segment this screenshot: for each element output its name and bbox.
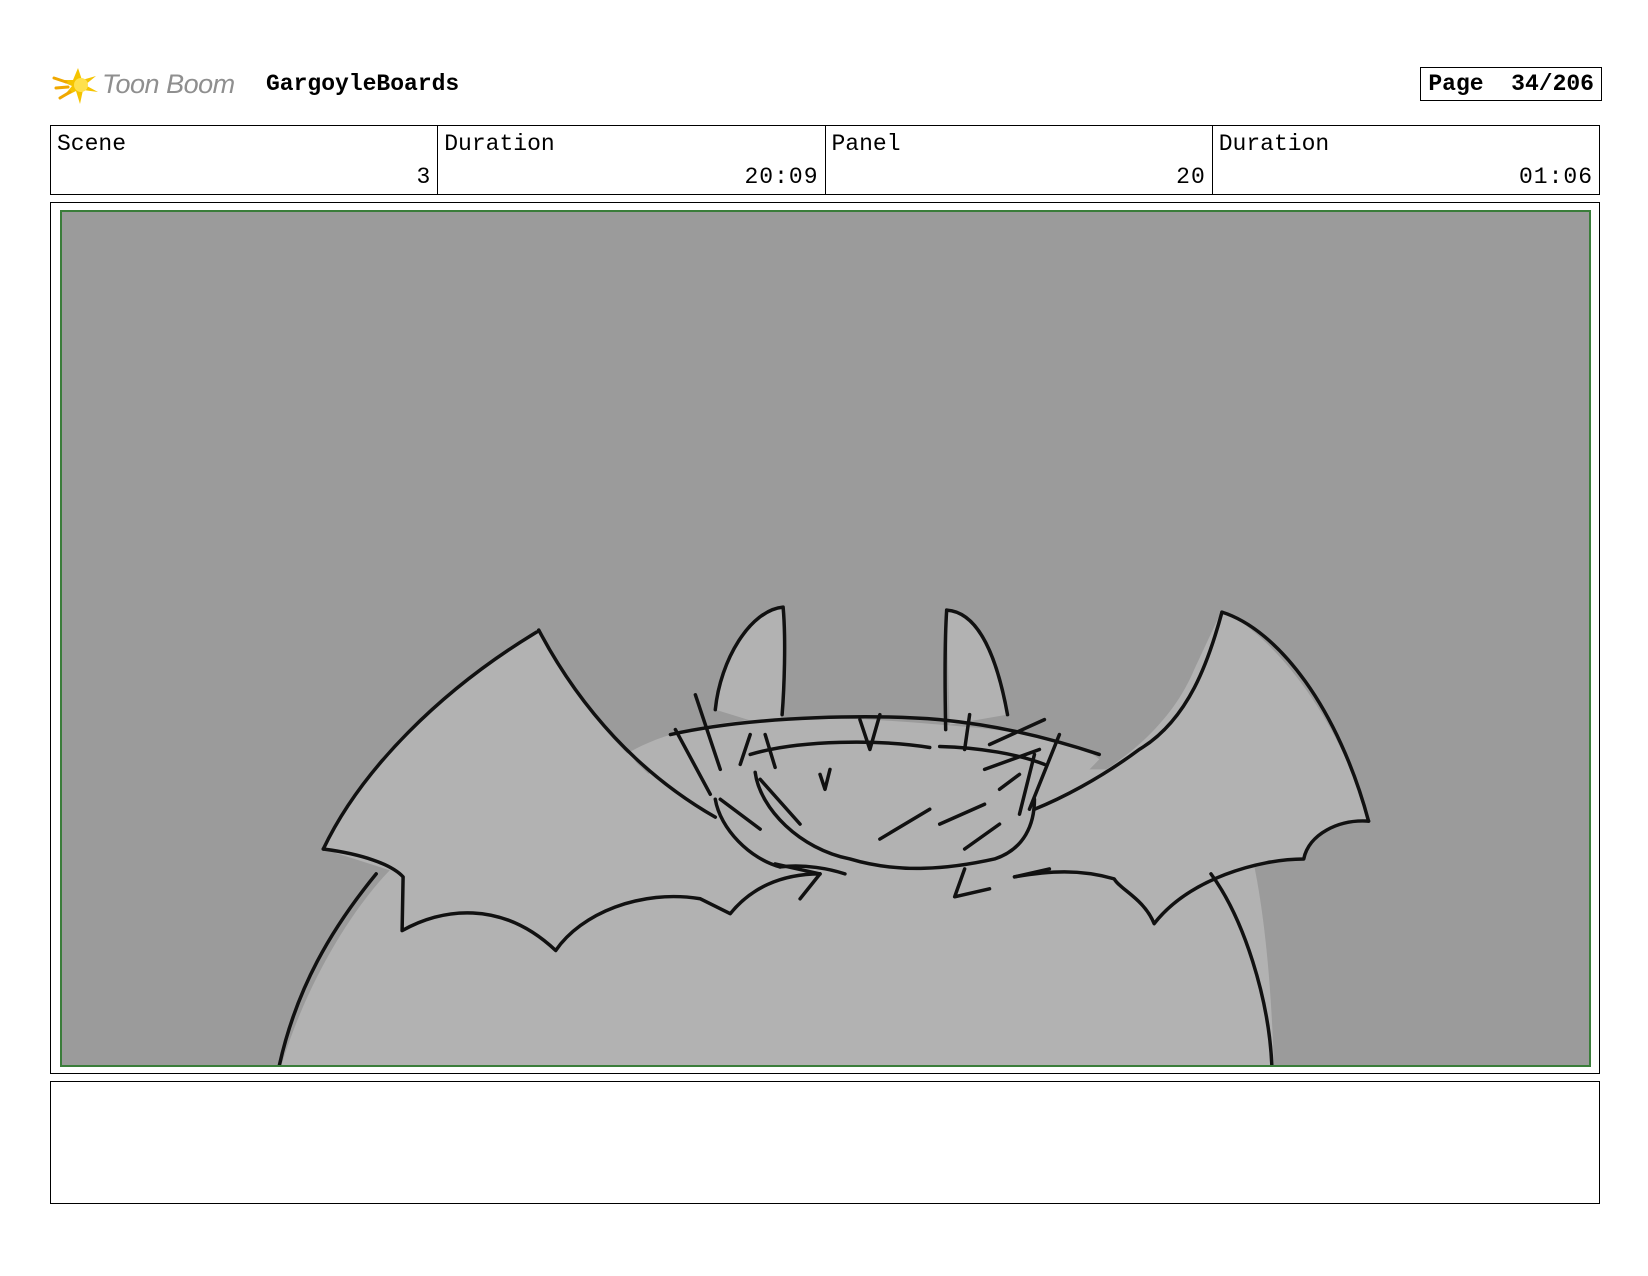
starburst-icon (52, 68, 98, 104)
scene-value: 3 (416, 164, 432, 190)
panel-drawing (60, 210, 1591, 1067)
page-label: Page (1428, 71, 1484, 97)
panel-cell: Panel 20 (826, 126, 1213, 194)
logo-text: Toon Boom (102, 68, 235, 99)
storyboard-header: Toon Boom GargoyleBoards Page 34/206 (52, 58, 1602, 110)
panel-duration-label: Duration (1218, 131, 1330, 157)
panel-label: Panel (831, 131, 901, 157)
bat-sketch (277, 605, 1371, 1065)
panel-info-table: Scene 3 Duration 20:09 Panel 20 Duration… (50, 125, 1600, 195)
scene-duration-cell: Duration 20:09 (438, 126, 826, 194)
panel-duration-cell: Duration 01:06 (1213, 126, 1599, 194)
scene-cell: Scene 3 (51, 126, 439, 194)
panel-value: 20 (1176, 164, 1206, 190)
panel-duration-value: 01:06 (1518, 164, 1593, 190)
page-indicator: Page 34/206 (1420, 67, 1602, 101)
toon-boom-logo: Toon Boom (52, 58, 252, 110)
notes-box (50, 1081, 1600, 1204)
scene-label: Scene (57, 131, 127, 157)
project-name: GargoyleBoards (266, 71, 460, 97)
page-number: 34/206 (1511, 71, 1594, 97)
scene-duration-value: 20:09 (744, 164, 819, 190)
scene-duration-label: Duration (444, 131, 555, 157)
